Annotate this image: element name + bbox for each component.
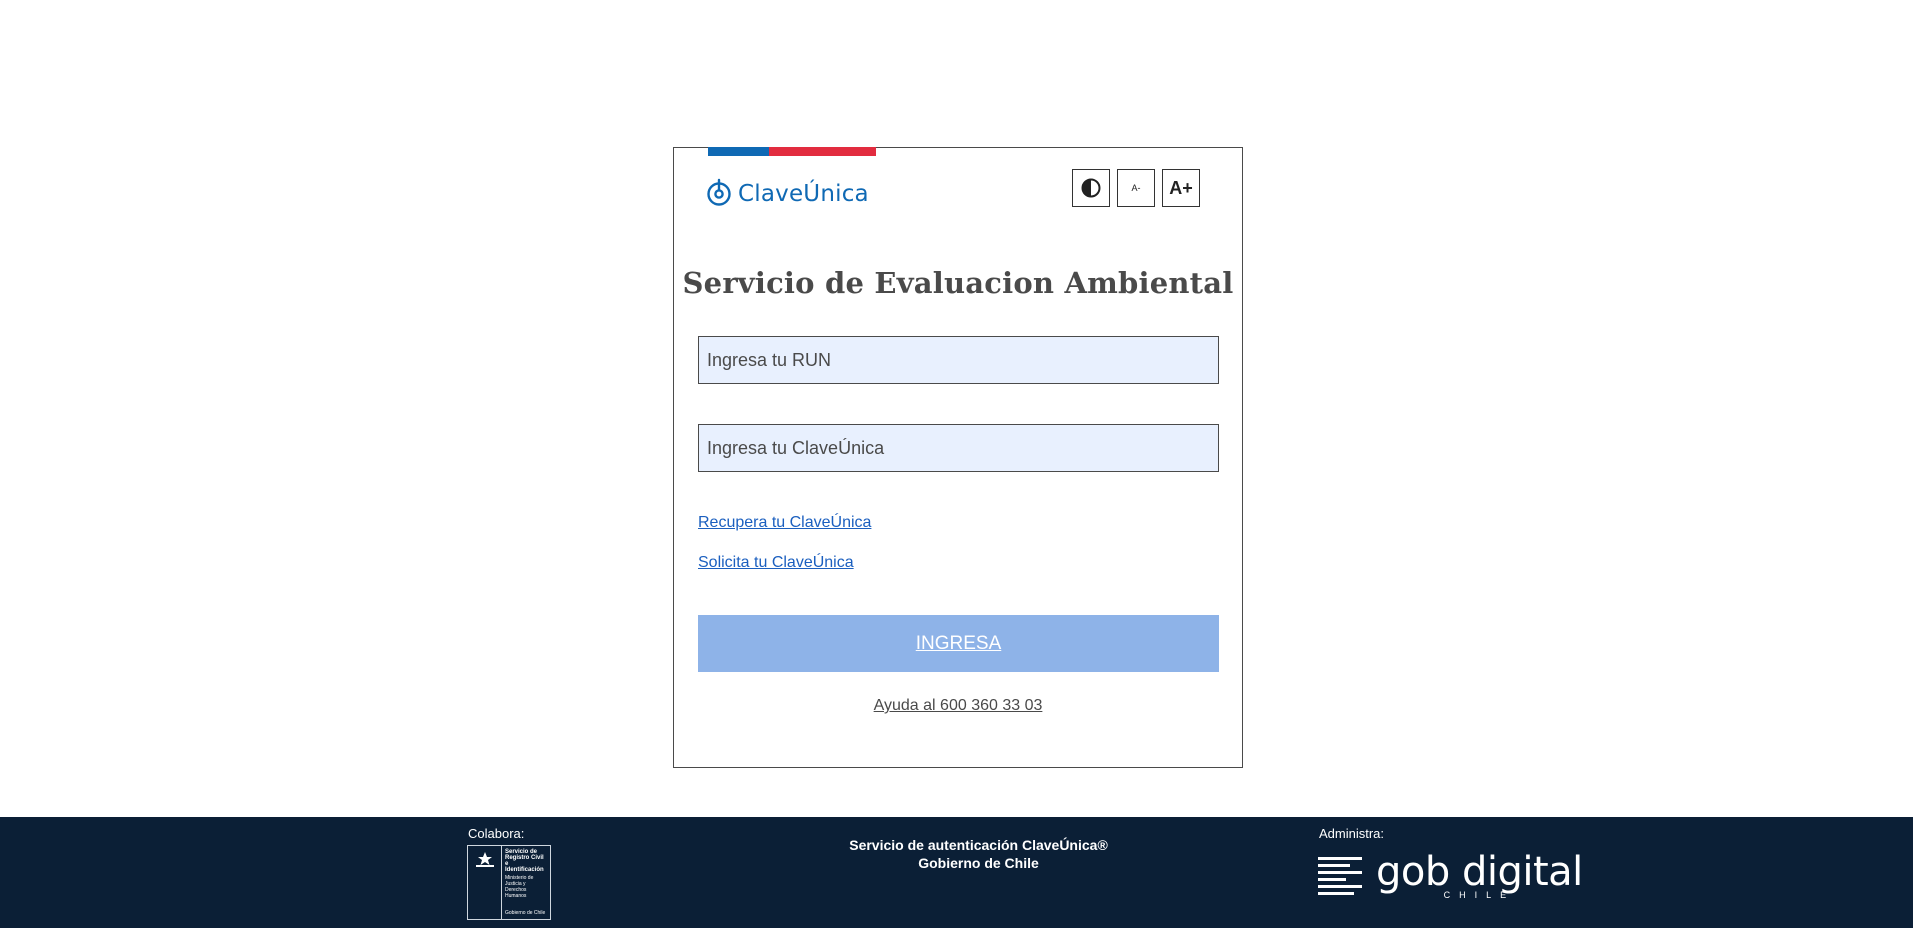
- srci-ministry: Ministerio de Justicia y Derechos Humano…: [505, 875, 534, 899]
- footer-service-line2: Gobierno de Chile: [918, 855, 1039, 871]
- footer-service-text: Servicio de autenticación ClaveÚnica® Go…: [750, 836, 1207, 872]
- gob-digital-lines-icon: [1318, 857, 1362, 895]
- srci-name: Servicio de Registro Civil e Identificac…: [505, 849, 544, 873]
- page-title: Servicio de Evaluacion Ambiental: [682, 266, 1234, 300]
- help-phone-link[interactable]: Ayuda al 600 360 33 03: [674, 697, 1242, 715]
- administra-label: Administra:: [1319, 826, 1385, 841]
- increase-font-button[interactable]: A+: [1162, 169, 1200, 207]
- gob-digital-country: CHILE: [1443, 890, 1516, 900]
- claveunica-logo: ClaveÚnica: [706, 177, 869, 211]
- login-page: ClaveÚnica A- A+ Servicio de Evaluacion …: [0, 0, 1913, 928]
- recover-claveunica-link[interactable]: Recupera tu ClaveÚnica: [698, 514, 871, 532]
- footer: Colabora: Servicio de Registro Civil e I…: [0, 817, 1913, 928]
- gob-digital-wordmark: gob digital CHILE: [1376, 852, 1583, 900]
- gob-digital-text: gob digital: [1376, 849, 1583, 895]
- flag-blue-segment: [708, 147, 769, 156]
- claveunica-password-input[interactable]: [698, 424, 1219, 472]
- chile-flag-bar: [708, 147, 876, 156]
- chile-crest-icon: [468, 846, 502, 919]
- login-card: ClaveÚnica A- A+ Servicio de Evaluacion …: [673, 147, 1243, 768]
- claveunica-logo-icon: [706, 177, 732, 212]
- run-input[interactable]: [698, 336, 1219, 384]
- request-claveunica-link[interactable]: Solicita tu ClaveÚnica: [698, 554, 854, 572]
- contrast-icon: [1081, 178, 1101, 198]
- srci-government: Gobierno de Chile: [505, 910, 546, 916]
- registro-civil-logo: Servicio de Registro Civil e Identificac…: [467, 845, 551, 920]
- footer-service-line1: Servicio de autenticación ClaveÚnica®: [849, 837, 1108, 853]
- gob-digital-logo: gob digital CHILE: [1318, 852, 1583, 900]
- decrease-font-button[interactable]: A-: [1117, 169, 1155, 207]
- claveunica-logo-text: ClaveÚnica: [738, 181, 869, 207]
- registro-civil-logo-text: Servicio de Registro Civil e Identificac…: [502, 846, 550, 919]
- contrast-toggle-button[interactable]: [1072, 169, 1110, 207]
- flag-red-segment: [769, 147, 876, 156]
- colabora-label: Colabora:: [468, 826, 525, 841]
- ingresa-submit-button[interactable]: INGRESA: [698, 615, 1219, 672]
